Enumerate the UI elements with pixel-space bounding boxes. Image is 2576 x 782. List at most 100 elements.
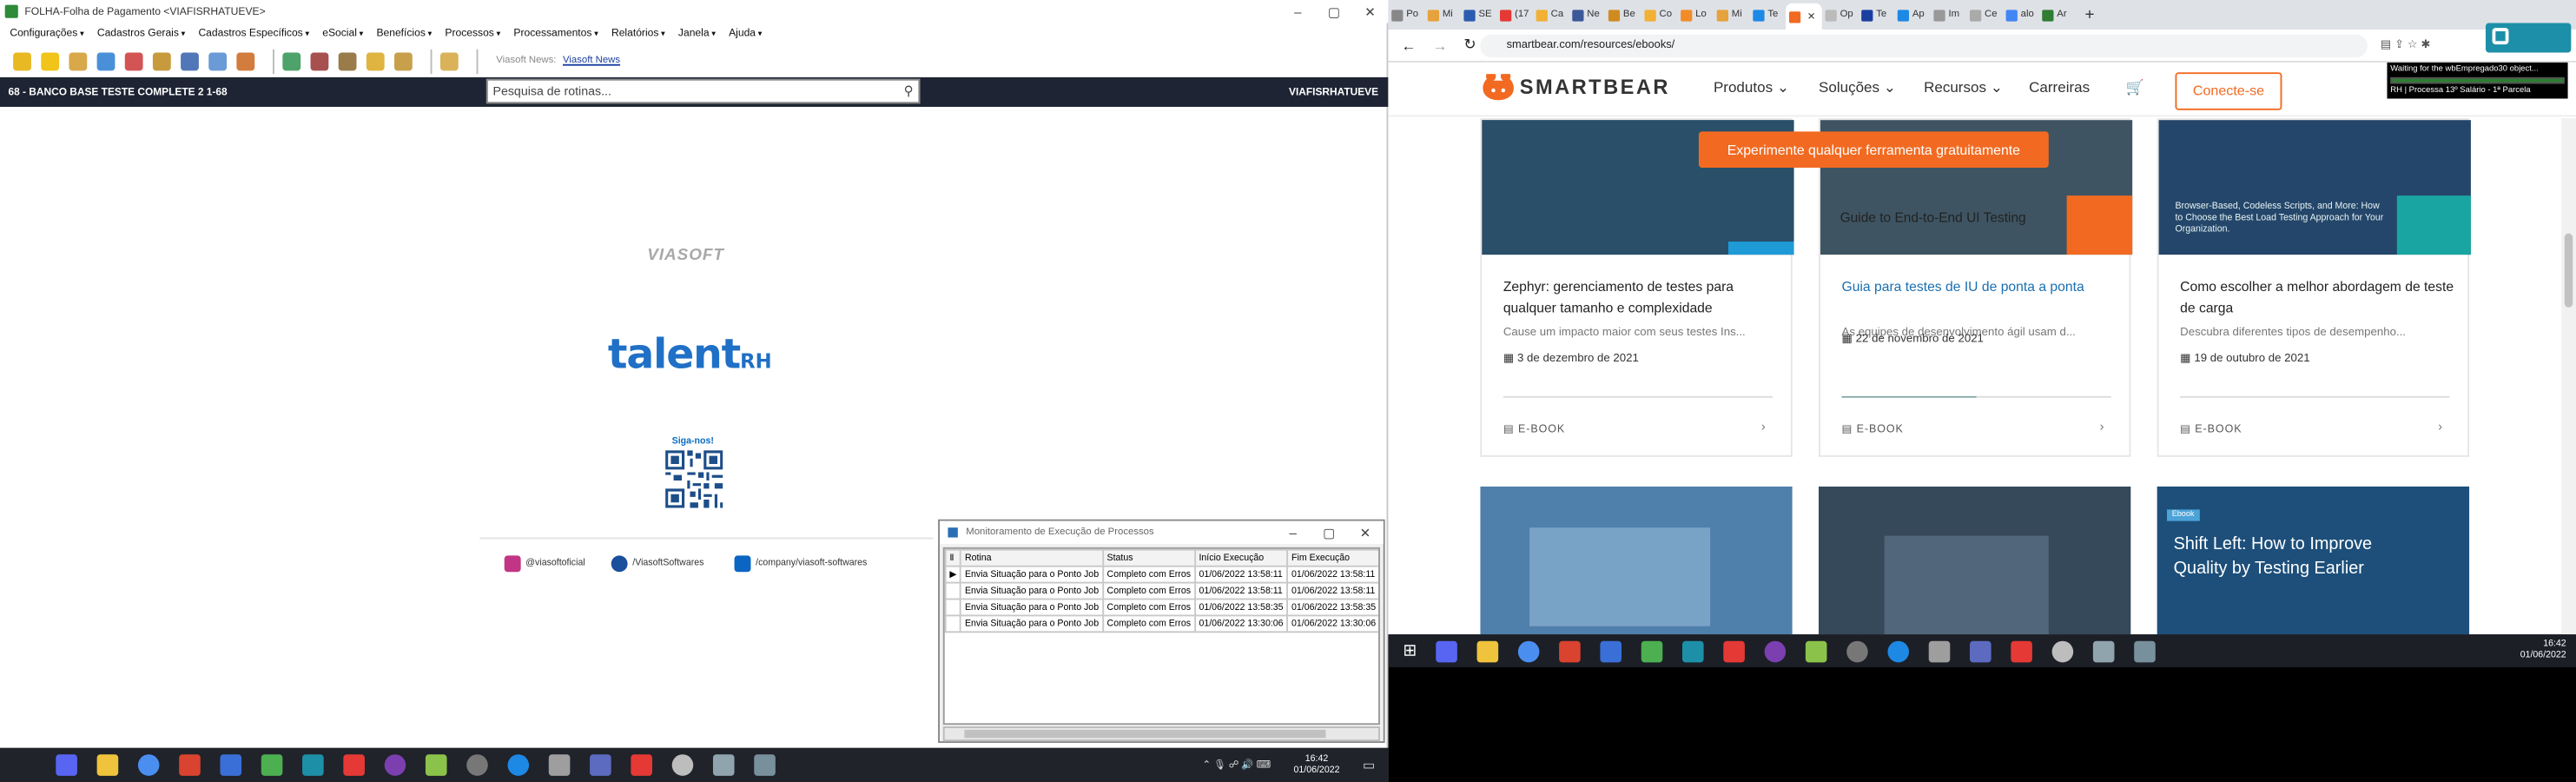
tab-4[interactable]: Ca (1533, 3, 1569, 26)
horizontal-scrollbar[interactable] (942, 726, 1380, 742)
new-icon[interactable] (13, 51, 31, 70)
chevron-right-icon[interactable]: › (1761, 419, 1766, 434)
app-icon-steel[interactable] (754, 754, 776, 776)
try-free-button[interactable]: Experimente qualquer ferramenta gratuita… (1698, 131, 2049, 168)
tab-12[interactable]: Op (1822, 3, 1859, 26)
cart-icon[interactable]: 🛒 (2126, 79, 2144, 97)
app-icon-blue[interactable] (1970, 640, 1992, 662)
process-grid[interactable]: Ⅱ Rotina Status Início Execução Fim Exec… (942, 547, 1380, 726)
discord-icon[interactable] (1436, 640, 1458, 662)
schedule-icon[interactable] (366, 51, 385, 70)
refresh-icon[interactable] (96, 51, 116, 70)
app-icon-teal[interactable] (302, 754, 324, 776)
card-title[interactable]: Como escolher a melhor abordagem de test… (2180, 276, 2456, 317)
app-icon-teal[interactable] (1682, 640, 1705, 662)
tab-close-icon[interactable]: ✕ (1807, 10, 1816, 22)
column-fim[interactable]: Fim Execução (1286, 548, 1379, 567)
minimize-button[interactable]: – (1280, 4, 1317, 19)
ebook-card-image[interactable] (1480, 486, 1793, 635)
notepad-icon[interactable] (425, 754, 447, 776)
tab-15[interactable]: Im (1931, 3, 1967, 26)
start-icon[interactable]: ⊞ (1403, 642, 1417, 660)
app-icon-red[interactable] (1724, 640, 1746, 662)
app-icon-gray[interactable] (1929, 640, 1952, 662)
favorite-icon[interactable] (41, 51, 60, 70)
folder-icon[interactable] (69, 51, 88, 70)
vivaldi-icon[interactable] (179, 754, 201, 776)
chevron-right-icon[interactable]: › (2438, 419, 2442, 434)
menu-janela[interactable]: Janela (678, 28, 716, 39)
tab-9[interactable]: Mi (1714, 3, 1750, 26)
tab-1[interactable]: Mi (1424, 3, 1461, 26)
card-title[interactable]: Zephyr: gerenciamento de testes para qua… (1503, 276, 1780, 317)
edge-icon[interactable] (1888, 640, 1910, 662)
floating-widget[interactable] (2485, 23, 2572, 53)
github-icon[interactable] (384, 754, 406, 776)
column-inicio[interactable]: Início Execução (1193, 548, 1289, 567)
tab-0[interactable]: Po (1388, 3, 1424, 26)
menu-configuracoes[interactable]: Configurações (10, 28, 83, 39)
app-icon-red[interactable] (343, 754, 365, 776)
tab-6[interactable]: Be (1605, 3, 1641, 26)
app-icon-steel[interactable] (2134, 640, 2157, 662)
wps-icon[interactable] (631, 754, 652, 776)
dev-tool-icon[interactable] (1601, 640, 1622, 662)
wps-icon[interactable] (2011, 640, 2033, 662)
discord-icon[interactable] (56, 754, 77, 776)
monitor-maximize-button[interactable]: ▢ (1311, 525, 1347, 540)
smartbear-logo[interactable]: SMARTBEAR (1520, 76, 1670, 98)
menu-beneficios[interactable]: Benefícios (376, 28, 432, 39)
menu-ajuda[interactable]: Ajuda (729, 28, 762, 39)
nav-produtos[interactable]: Produtos ⌄ (1714, 79, 1789, 97)
tab-10[interactable]: Te (1750, 3, 1787, 26)
app-icon-slate[interactable] (712, 754, 735, 776)
news-link[interactable]: Viasoft News (563, 56, 620, 65)
address-bar[interactable]: smartbear.com/resources/ebooks/ (1480, 34, 2368, 58)
settings-icon[interactable] (671, 754, 694, 776)
tab-18[interactable]: Ar (2038, 3, 2075, 26)
column-status[interactable]: Status (1101, 548, 1196, 567)
app-icon-gray[interactable] (548, 754, 571, 776)
tab-3[interactable]: (17 (1496, 3, 1533, 26)
chrome-icon[interactable] (137, 754, 160, 776)
tab-17[interactable]: alo (2003, 3, 2039, 26)
routine-search-input[interactable]: Pesquisa de rotinas... ⚲ (485, 78, 921, 104)
chrome-icon[interactable] (1518, 640, 1541, 662)
system-clock[interactable]: 16:42 01/06/2022 (2520, 640, 2566, 662)
network-icon[interactable] (261, 754, 283, 776)
obs-icon[interactable] (466, 754, 488, 776)
obs-icon[interactable] (1846, 640, 1869, 662)
table-row[interactable]: Envia Situação para o Ponto Job Completo… (944, 581, 1379, 600)
tab-5[interactable]: Ne (1569, 3, 1605, 26)
close-button[interactable]: ✕ (1352, 4, 1389, 19)
app-icon-slate[interactable] (2093, 640, 2116, 662)
connect-button[interactable]: Conecte-se (2175, 72, 2282, 110)
facebook-link[interactable]: /ViasoftSoftwares (611, 553, 703, 572)
notepad-icon[interactable] (1806, 640, 1828, 662)
settings-icon[interactable] (439, 51, 459, 70)
reload-icon[interactable]: ↻ (1463, 36, 1476, 55)
system-clock[interactable]: 16:42 01/06/2022 (1294, 753, 1340, 776)
menu-cadastros-especificos[interactable]: Cadastros Específicos (198, 28, 309, 39)
people-icon[interactable] (124, 51, 143, 70)
tab-8[interactable]: Lo (1677, 3, 1714, 26)
ebook-card-image[interactable] (1819, 486, 2131, 635)
table-row[interactable]: Envia Situação para o Ponto Job Completo… (944, 614, 1379, 633)
menu-processamentos[interactable]: Processamentos (513, 28, 598, 39)
page-scrollbar[interactable] (2561, 118, 2576, 635)
tools-icon[interactable] (393, 51, 413, 70)
team-icon[interactable] (236, 51, 255, 70)
tab-16[interactable]: Ce (1966, 3, 2003, 26)
table-row[interactable]: Envia Situação para o Ponto Job Completo… (944, 598, 1379, 617)
app-icon-blue[interactable] (590, 754, 611, 776)
back-icon[interactable]: ← (1402, 37, 1417, 54)
tab-active-smartbear[interactable]: ✕ (1786, 3, 1822, 30)
process-icon[interactable] (282, 51, 301, 70)
network-icon[interactable] (1641, 640, 1664, 662)
edge-icon[interactable] (507, 754, 530, 776)
ebook-card-shift-left[interactable]: Ebook Shift Left: How to Improve Quality… (2157, 486, 2470, 635)
nav-solucoes[interactable]: Soluções ⌄ (1819, 79, 1896, 97)
column-rotina[interactable]: Rotina (960, 548, 1104, 567)
new-tab-button[interactable]: + (2084, 6, 2094, 24)
calendar-icon[interactable] (181, 51, 199, 70)
